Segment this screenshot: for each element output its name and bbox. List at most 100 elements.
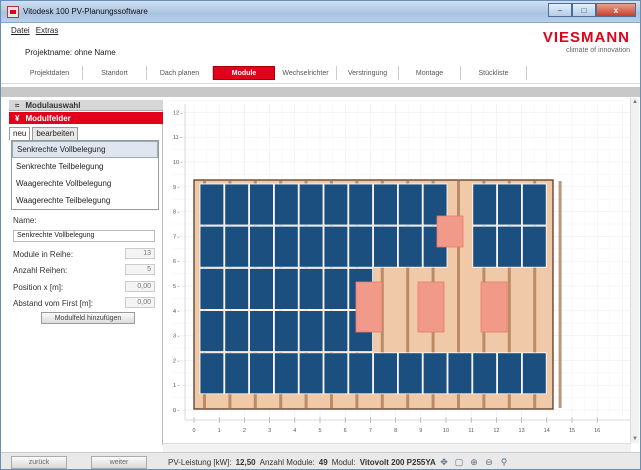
tab-dach-planen[interactable]: Dach planen xyxy=(147,66,213,80)
pv-module xyxy=(298,267,324,310)
abstand-first-field[interactable]: 0,00 xyxy=(125,297,155,308)
tab-wechselrichter[interactable]: Wechselrichter xyxy=(275,66,337,80)
pv-module xyxy=(497,225,522,268)
anzahl-reihen-field[interactable]: 5 xyxy=(125,264,155,275)
list-item[interactable]: Waagerechte Teilbelegung xyxy=(12,192,158,209)
view-tools: ✥ ▢ ⊕ ⊖ ⚲ xyxy=(438,456,510,468)
roof-plan-svg[interactable]: 0 -1 -2 -3 -4 -5 -6 -7 -8 -9 -10 -11 -12… xyxy=(163,98,631,443)
x-tick-label: 4 xyxy=(293,428,296,434)
tab-montage[interactable]: Montage xyxy=(399,66,461,80)
toolbar-band xyxy=(1,87,640,97)
project-name: Projektname: ohne Name xyxy=(25,48,116,57)
roof-rafter xyxy=(558,181,562,408)
roof-plan-canvas[interactable]: 0 -1 -2 -3 -4 -5 -6 -7 -8 -9 -10 -11 -12… xyxy=(163,98,631,443)
position-x-field[interactable]: 0,00 xyxy=(125,281,155,292)
add-modulfeld-button[interactable]: Modulfeld hinzufügen xyxy=(41,312,135,324)
list-item[interactable]: Waagerechte Vollbelegung xyxy=(12,175,158,192)
module-in-reihe-field[interactable]: 13 xyxy=(125,248,155,259)
roof-obstacle xyxy=(436,215,464,248)
vertical-scrollbar[interactable]: ▲ ▼ xyxy=(630,98,639,443)
subtab-neu[interactable]: neu xyxy=(9,127,31,140)
minimize-button[interactable]: – xyxy=(548,3,572,17)
subtab-bearbeiten[interactable]: bearbeiten xyxy=(32,127,79,140)
tab-stueckliste[interactable]: Stückliste xyxy=(461,66,527,80)
pv-module xyxy=(199,225,225,268)
tab-projektdaten[interactable]: Projektdaten xyxy=(17,66,83,80)
pv-module xyxy=(497,352,522,395)
y-tick-label: 8 - xyxy=(173,210,180,216)
window-title: Vitodesk 100 PV-Planungssoftware xyxy=(23,7,148,16)
tab-standort[interactable]: Standort xyxy=(83,66,147,80)
x-tick-label: 13 xyxy=(519,428,525,434)
list-item[interactable]: Senkrechte Teilbelegung xyxy=(12,158,158,175)
x-tick-label: 12 xyxy=(493,428,499,434)
pv-module xyxy=(472,183,497,226)
pv-module xyxy=(521,225,547,268)
pv-module xyxy=(274,267,299,310)
pv-module xyxy=(298,183,324,226)
y-tick-label: 5 - xyxy=(173,284,180,290)
x-tick-label: 2 xyxy=(243,428,246,434)
y-tick-label: 11 - xyxy=(173,135,182,141)
back-button[interactable]: zurück xyxy=(11,456,67,469)
x-tick-label: 14 xyxy=(544,428,550,434)
name-field[interactable]: Senkrechte Vollbelegung xyxy=(13,230,155,242)
y-tick-label: 3 - xyxy=(173,334,180,340)
zoom-fit-icon[interactable]: ⚲ xyxy=(498,456,510,468)
pv-module xyxy=(298,310,324,353)
menu-datei[interactable]: Datei xyxy=(11,26,30,35)
zoom-in-icon[interactable]: ⊕ xyxy=(468,456,480,468)
pv-module xyxy=(199,310,225,353)
y-tick-label: 9 - xyxy=(173,185,180,191)
pv-module xyxy=(472,225,497,268)
pv-module xyxy=(323,183,349,226)
pv-module xyxy=(224,267,249,310)
x-tick-label: 11 xyxy=(468,428,474,434)
y-tick-label: 2 - xyxy=(173,358,180,364)
tab-verstringung[interactable]: Verstringung xyxy=(337,66,399,80)
roof-obstacle xyxy=(417,281,445,333)
menu-extras[interactable]: Extras xyxy=(36,26,59,35)
pan-icon[interactable]: ✥ xyxy=(438,456,450,468)
y-tick-label: 0 - xyxy=(173,408,180,414)
tab-module[interactable]: Module xyxy=(213,66,275,80)
pv-module xyxy=(199,183,225,226)
abstand-first-label: Abstand vom First [m]: xyxy=(13,299,94,308)
pv-module xyxy=(249,310,274,353)
pv-module xyxy=(397,225,423,268)
next-button[interactable]: weiter xyxy=(91,456,147,469)
pv-module xyxy=(323,267,349,310)
pv-module xyxy=(397,183,423,226)
module-value: Vitovolt 200 P255YA xyxy=(359,458,436,467)
pv-module xyxy=(323,352,349,395)
pv-module xyxy=(348,225,374,268)
app-window: Vitodesk 100 PV-Planungssoftware – □ x D… xyxy=(0,0,641,470)
pv-module xyxy=(224,225,249,268)
section-modulauswahl[interactable]: ≈ Modulauswahl xyxy=(9,100,163,111)
pv-module xyxy=(249,183,274,226)
x-tick-label: 0 xyxy=(192,428,195,434)
x-tick-label: 10 xyxy=(443,428,449,434)
pv-module xyxy=(373,225,398,268)
section-modulfelder[interactable]: ¥ Modulfelder xyxy=(9,112,163,124)
pv-module xyxy=(323,225,349,268)
app-icon xyxy=(7,6,19,18)
close-button[interactable]: x xyxy=(596,3,636,17)
scroll-up-icon[interactable]: ▲ xyxy=(632,99,638,105)
pv-module xyxy=(274,310,299,353)
x-tick-label: 3 xyxy=(268,428,271,434)
select-icon[interactable]: ▢ xyxy=(453,456,465,468)
horizontal-scrollbar[interactable] xyxy=(163,443,631,452)
maximize-button[interactable]: □ xyxy=(572,3,596,17)
list-item[interactable]: Senkrechte Vollbelegung xyxy=(12,141,158,158)
y-tick-label: 7 - xyxy=(173,234,180,240)
zoom-out-icon[interactable]: ⊖ xyxy=(483,456,495,468)
scroll-down-icon[interactable]: ▼ xyxy=(632,436,638,442)
x-tick-label: 9 xyxy=(419,428,422,434)
section-modulauswahl-label: Modulauswahl xyxy=(25,100,81,110)
pv-module xyxy=(249,225,274,268)
x-tick-label: 6 xyxy=(344,428,347,434)
section-modulfelder-label: Modulfelder xyxy=(25,113,71,123)
pv-module xyxy=(224,183,249,226)
brand-name: VIESMANN xyxy=(542,29,630,46)
